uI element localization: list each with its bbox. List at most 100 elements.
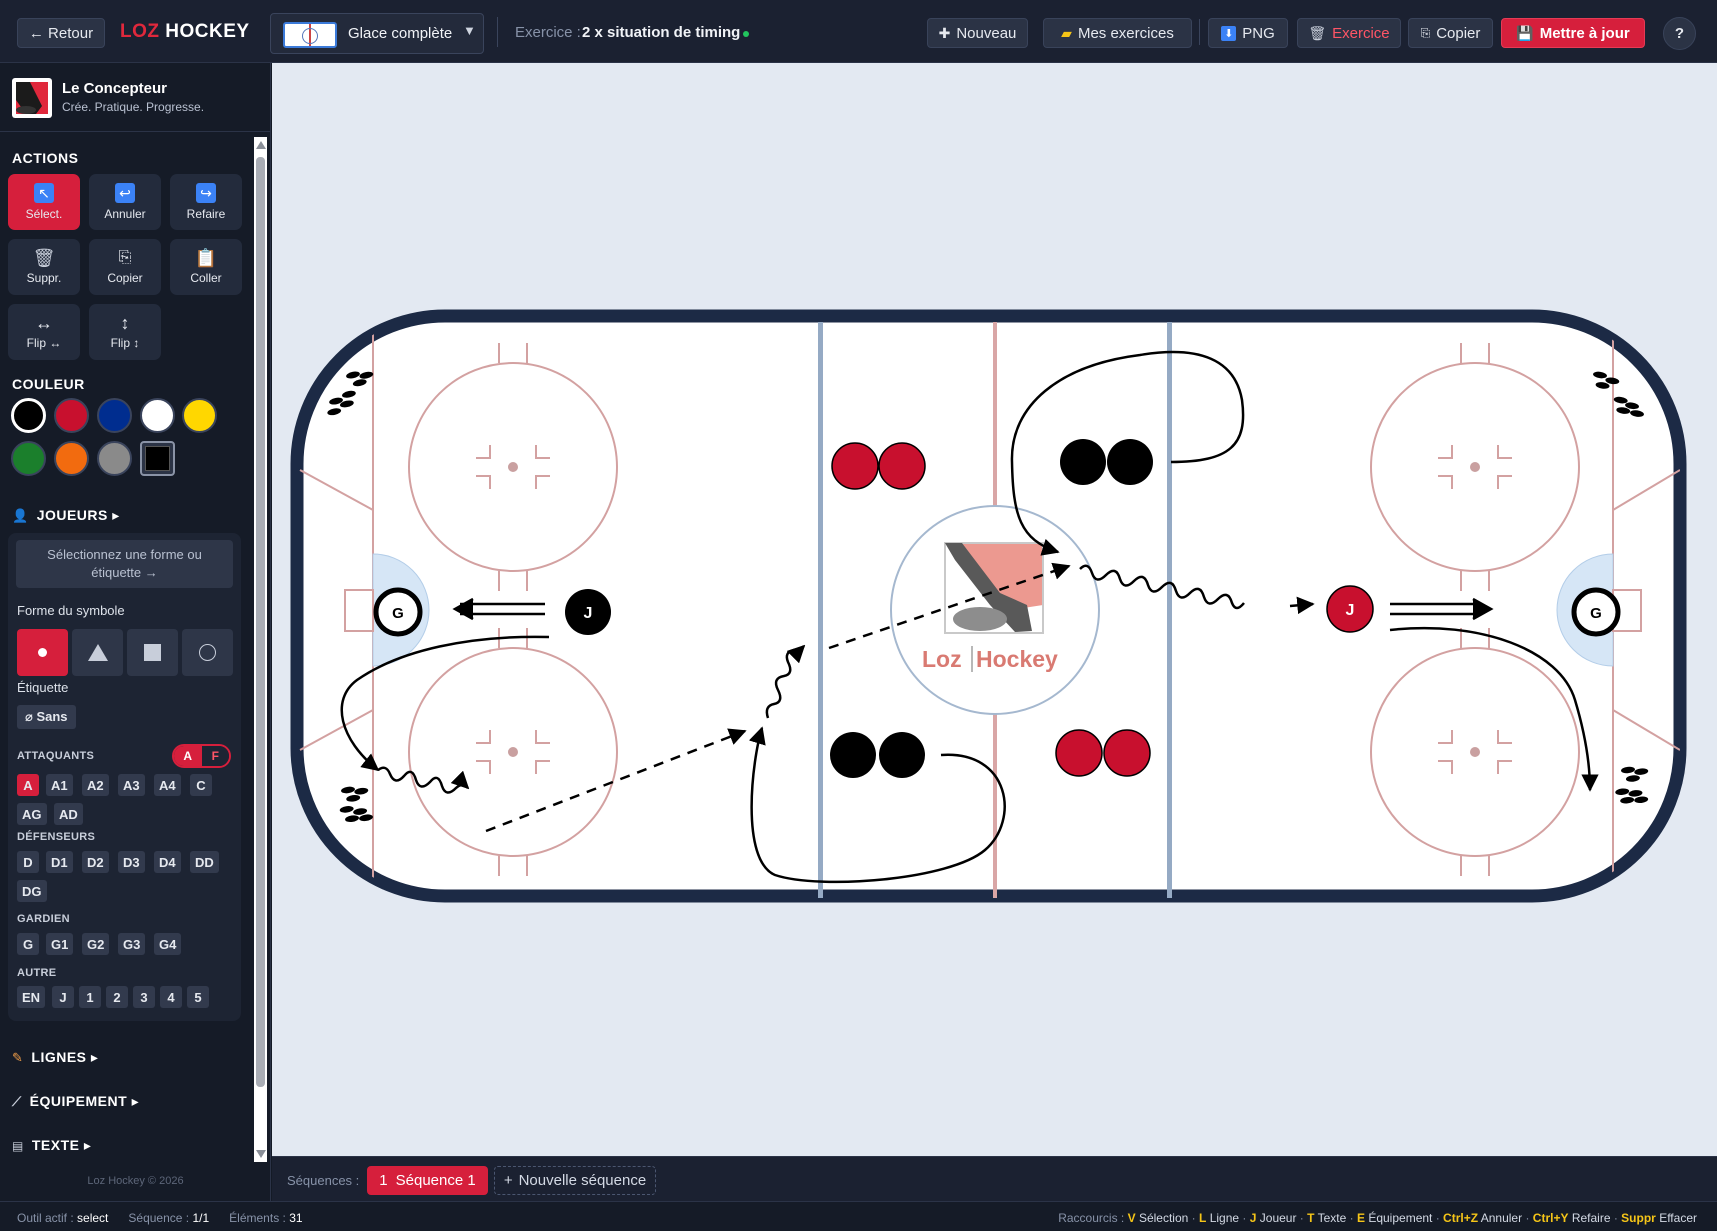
label-chip[interactable]: D bbox=[17, 851, 39, 873]
sequence-tab-1[interactable]: 1 Séquence 1 bbox=[367, 1166, 488, 1195]
label-chip[interactable]: DG bbox=[17, 880, 47, 902]
label-chip[interactable]: G1 bbox=[46, 933, 74, 955]
other-title: AUTRE bbox=[17, 967, 57, 979]
text-section-toggle[interactable]: ▤ TEXTE ▸ bbox=[12, 1137, 91, 1154]
label-chip[interactable]: 3 bbox=[133, 986, 155, 1008]
chevron-down-icon: ▼ bbox=[463, 23, 476, 38]
rink-view-select[interactable]: Glace complète ▼ bbox=[270, 13, 484, 54]
goalie-title: GARDIEN bbox=[17, 913, 70, 925]
goalie-left[interactable]: G bbox=[373, 587, 423, 637]
rink-diagram[interactable]: Loz Hockey J J G G bbox=[272, 63, 1717, 1156]
label-chip[interactable]: EN bbox=[17, 986, 46, 1008]
label-chip[interactable]: D1 bbox=[46, 851, 73, 873]
label-chip[interactable]: C bbox=[190, 774, 212, 796]
blue-line-right bbox=[1167, 322, 1172, 898]
saved-status-dot-icon bbox=[743, 31, 749, 37]
delete-exercise-button[interactable]: 🗑 Exercice bbox=[1297, 18, 1401, 48]
color-swatch-green[interactable] bbox=[11, 441, 46, 476]
my-exercises-button[interactable]: ▰ Mes exercices bbox=[1043, 18, 1192, 48]
color-swatch-orange[interactable] bbox=[54, 441, 89, 476]
label-chip[interactable]: A2 bbox=[82, 774, 109, 796]
update-button[interactable]: 💾 Mettre à jour bbox=[1501, 18, 1645, 48]
label-chip[interactable]: J bbox=[52, 986, 74, 1008]
label-chip[interactable]: D4 bbox=[154, 851, 181, 873]
save-icon: 💾 bbox=[1516, 24, 1534, 41]
player-j-black[interactable]: J bbox=[565, 589, 611, 635]
drawing-canvas[interactable]: Loz Hockey J J G G bbox=[272, 63, 1717, 1156]
label-chip[interactable]: A4 bbox=[154, 774, 181, 796]
copy-button[interactable]: ⎘ Copier bbox=[89, 239, 161, 295]
shape-circle-button[interactable] bbox=[182, 629, 233, 676]
defenders-title: DÉFENSEURS bbox=[17, 831, 96, 843]
attack-forward-toggle[interactable]: A F bbox=[172, 744, 231, 768]
circle-outline-icon bbox=[199, 644, 216, 661]
no-label-button[interactable]: ⌀ Sans bbox=[17, 705, 76, 729]
new-button[interactable]: ✚ Nouveau bbox=[927, 18, 1028, 48]
logo-text-left: Loz bbox=[922, 646, 962, 672]
app-name: Le Concepteur bbox=[62, 80, 168, 97]
label-chip[interactable]: G bbox=[17, 933, 39, 955]
toggle-f[interactable]: F bbox=[201, 746, 229, 766]
logo-text-right: Hockey bbox=[976, 646, 1058, 672]
color-swatch-blue[interactable] bbox=[97, 398, 132, 433]
color-swatch-gray[interactable] bbox=[97, 441, 132, 476]
color-swatch-yellow[interactable] bbox=[182, 398, 217, 433]
label-chip[interactable]: 2 bbox=[106, 986, 128, 1008]
label-chip[interactable]: AG bbox=[17, 803, 47, 825]
flip-horizontal-button[interactable]: ↔ Flip ↔ bbox=[8, 304, 80, 360]
redo-button[interactable]: ↪ Refaire bbox=[170, 174, 242, 230]
new-sequence-button[interactable]: + Nouvelle séquence bbox=[494, 1166, 656, 1195]
scroll-down-icon[interactable] bbox=[256, 1150, 266, 1158]
label-chip[interactable]: A3 bbox=[118, 774, 145, 796]
label-chip[interactable]: A bbox=[17, 774, 39, 796]
scroll-up-icon[interactable] bbox=[256, 141, 266, 149]
shape-square-button[interactable] bbox=[127, 629, 178, 676]
equipment-section-toggle[interactable]: ⟋ ÉQUIPEMENT ▸ bbox=[12, 1093, 139, 1110]
color-swatch-black[interactable] bbox=[11, 398, 46, 433]
brand-logo: LOZ HOCKEY bbox=[120, 21, 250, 42]
select-tool-button[interactable]: ↖ Sélect. bbox=[8, 174, 80, 230]
sidebar-scrollbar[interactable] bbox=[254, 137, 267, 1162]
label-chip[interactable]: D2 bbox=[82, 851, 109, 873]
plus-icon: ✚ bbox=[938, 24, 951, 41]
shape-dot-button[interactable] bbox=[17, 629, 68, 676]
label-chip[interactable]: AD bbox=[54, 803, 83, 825]
exercise-name[interactable]: 2 x situation de timing bbox=[582, 24, 740, 41]
help-button[interactable]: ? bbox=[1663, 17, 1696, 50]
pencil-icon: ✎ bbox=[12, 1049, 24, 1065]
players-section-toggle[interactable]: 👤 JOUEURS ▸ bbox=[12, 507, 120, 524]
label-chip[interactable]: G3 bbox=[118, 933, 146, 955]
goalie-right[interactable]: G bbox=[1571, 587, 1621, 637]
flip-horizontal-icon: ↔ bbox=[35, 313, 53, 333]
trash-icon: 🗑 bbox=[1308, 24, 1327, 41]
label-chip[interactable]: D3 bbox=[118, 851, 145, 873]
color-swatch-white[interactable] bbox=[140, 398, 175, 433]
label-chip[interactable]: DD bbox=[190, 851, 219, 873]
paste-button[interactable]: 📋 Coller bbox=[170, 239, 242, 295]
player-j-red[interactable]: J bbox=[1326, 585, 1374, 633]
back-button[interactable]: ← Retour bbox=[17, 18, 105, 48]
label-chip[interactable]: A1 bbox=[46, 774, 73, 796]
custom-color-picker[interactable] bbox=[140, 441, 175, 476]
label-chip[interactable]: 1 bbox=[79, 986, 101, 1008]
top-toolbar: ← Retour LOZ HOCKEY Glace complète ▼ Exe… bbox=[0, 0, 1717, 63]
flip-vertical-button[interactable]: ↕ Flip ↕ bbox=[89, 304, 161, 360]
dot-icon bbox=[38, 648, 47, 657]
element-count-value: 31 bbox=[289, 1211, 303, 1225]
label-chip[interactable]: G2 bbox=[82, 933, 110, 955]
label-chip[interactable]: G4 bbox=[154, 933, 182, 955]
scrollbar-thumb[interactable] bbox=[256, 157, 265, 1087]
folder-icon: ▰ bbox=[1061, 24, 1072, 41]
app-tagline: Crée. Pratique. Progresse. bbox=[62, 100, 205, 114]
label-chip[interactable]: 5 bbox=[187, 986, 209, 1008]
undo-button[interactable]: ↩ Annuler bbox=[89, 174, 161, 230]
sequence-number: 1 bbox=[379, 1172, 388, 1189]
toggle-a[interactable]: A bbox=[174, 746, 202, 766]
color-swatch-red[interactable] bbox=[54, 398, 89, 433]
shape-triangle-button[interactable] bbox=[72, 629, 123, 676]
copy-exercise-button[interactable]: ⎘ Copier bbox=[1408, 18, 1493, 48]
lines-section-toggle[interactable]: ✎ LIGNES ▸ bbox=[12, 1049, 98, 1066]
label-chip[interactable]: 4 bbox=[160, 986, 182, 1008]
delete-button[interactable]: 🗑 Suppr. bbox=[8, 239, 80, 295]
export-png-button[interactable]: ⬇ PNG bbox=[1208, 18, 1288, 48]
